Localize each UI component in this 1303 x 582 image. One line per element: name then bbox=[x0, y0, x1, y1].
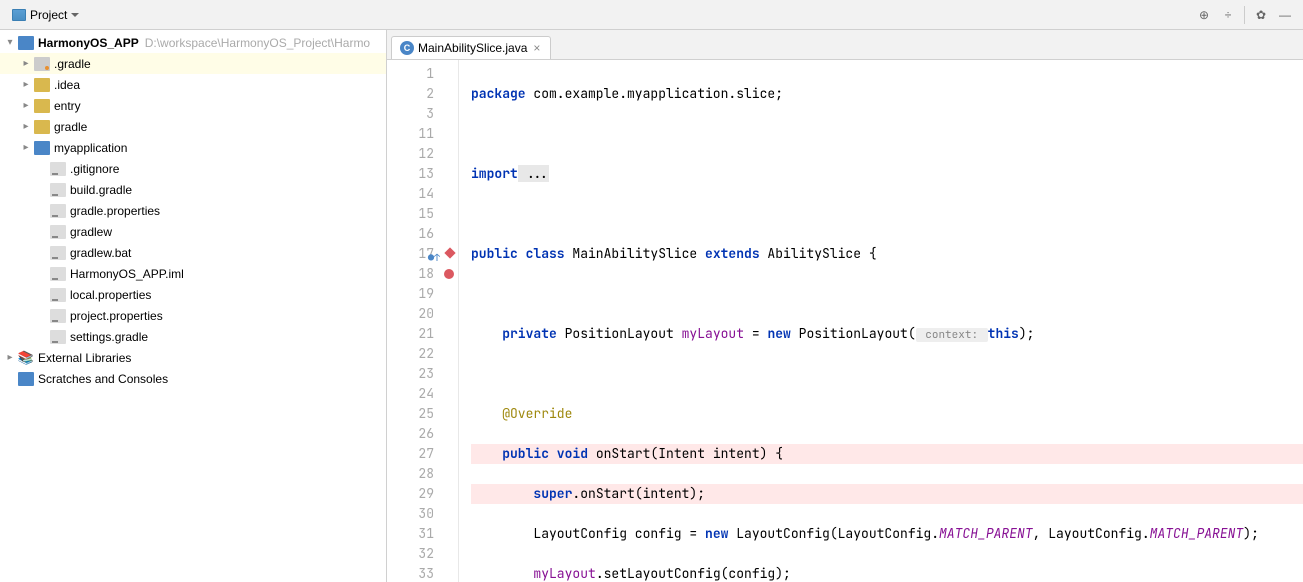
gutter-line[interactable]: 13 bbox=[387, 164, 458, 184]
gutter-line[interactable]: 28 bbox=[387, 464, 458, 484]
tree-node-idea[interactable]: .idea bbox=[0, 74, 386, 95]
gutter-line[interactable]: 17●↑ bbox=[387, 244, 458, 264]
gutter-line[interactable]: 1 bbox=[387, 64, 458, 84]
gutter-line[interactable]: 19 bbox=[387, 284, 458, 304]
collapse-arrow-icon[interactable] bbox=[20, 100, 32, 111]
file-icon bbox=[50, 309, 66, 323]
folder-icon bbox=[34, 78, 50, 92]
scratch-icon bbox=[18, 372, 34, 386]
breakpoint-icon[interactable] bbox=[444, 269, 454, 279]
tab-main-ability-slice[interactable]: C MainAbilitySlice.java × bbox=[391, 36, 551, 59]
gutter-line[interactable]: 27 bbox=[387, 444, 458, 464]
gutter-line[interactable]: 16 bbox=[387, 224, 458, 244]
line-gutter: 1 2 3 11 12 13 14 15 16 17●↑ 18 19 20 21… bbox=[387, 60, 459, 582]
collapse-icon[interactable]: — bbox=[1277, 7, 1293, 23]
gutter-line[interactable]: 14 bbox=[387, 184, 458, 204]
editor-panel: C MainAbilitySlice.java × 1 2 3 11 12 13… bbox=[387, 30, 1303, 582]
gutter-line[interactable]: 21 bbox=[387, 324, 458, 344]
folder-icon bbox=[34, 99, 50, 113]
gutter-line[interactable]: 20 bbox=[387, 304, 458, 324]
tree-node-build-gradle[interactable]: build.gradle bbox=[0, 179, 386, 200]
tree-external-libraries[interactable]: 📚External Libraries bbox=[0, 347, 386, 368]
project-icon bbox=[12, 9, 26, 21]
tree-node-gradle-props[interactable]: gradle.properties bbox=[0, 200, 386, 221]
gutter-line[interactable]: 18 bbox=[387, 264, 458, 284]
library-icon: 📚 bbox=[18, 351, 34, 365]
chevron-down-icon bbox=[71, 13, 79, 21]
folder-icon bbox=[34, 57, 50, 71]
tree-node-local-props[interactable]: local.properties bbox=[0, 284, 386, 305]
file-icon bbox=[50, 204, 66, 218]
tree-node-gradlew[interactable]: gradlew bbox=[0, 221, 386, 242]
tree-node-iml[interactable]: HarmonyOS_APP.iml bbox=[0, 263, 386, 284]
gear-icon[interactable]: ✿ bbox=[1253, 7, 1269, 23]
module-icon bbox=[18, 36, 34, 50]
tree-node-settings-gradle[interactable]: settings.gradle bbox=[0, 326, 386, 347]
gutter-line[interactable]: 22 bbox=[387, 344, 458, 364]
file-icon bbox=[50, 330, 66, 344]
file-icon bbox=[50, 246, 66, 260]
code-editor[interactable]: 1 2 3 11 12 13 14 15 16 17●↑ 18 19 20 21… bbox=[387, 60, 1303, 582]
gutter-line[interactable]: 29 bbox=[387, 484, 458, 504]
breakpoint-diamond-icon[interactable] bbox=[444, 247, 455, 258]
gutter-line[interactable]: 24 bbox=[387, 384, 458, 404]
gutter-line[interactable]: 12 bbox=[387, 144, 458, 164]
collapse-arrow-icon[interactable] bbox=[20, 121, 32, 132]
tree-node-gitignore[interactable]: .gitignore bbox=[0, 158, 386, 179]
close-icon[interactable]: × bbox=[531, 41, 542, 55]
tree-node-gradlew-bat[interactable]: gradlew.bat bbox=[0, 242, 386, 263]
gutter-line[interactable]: 32 bbox=[387, 544, 458, 564]
folder-icon bbox=[34, 141, 50, 155]
collapse-arrow-icon[interactable] bbox=[4, 352, 16, 363]
tree-node-gradle-dot[interactable]: .gradle bbox=[0, 53, 386, 74]
expand-icon[interactable]: ÷ bbox=[1220, 7, 1236, 23]
gutter-line[interactable]: 33 bbox=[387, 564, 458, 582]
main-toolbar: Project ⊕ ÷ ✿ — bbox=[0, 0, 1303, 30]
gutter-line[interactable]: 25 bbox=[387, 404, 458, 424]
expand-arrow-icon[interactable] bbox=[4, 37, 16, 48]
target-icon[interactable]: ⊕ bbox=[1196, 7, 1212, 23]
tree-scratches[interactable]: Scratches and Consoles bbox=[0, 368, 386, 389]
folder-icon bbox=[34, 120, 50, 134]
tree-node-gradle[interactable]: gradle bbox=[0, 116, 386, 137]
collapse-arrow-icon[interactable] bbox=[20, 58, 32, 69]
file-icon bbox=[50, 225, 66, 239]
root-label: HarmonyOS_APP bbox=[38, 36, 139, 50]
tree-node-project-props[interactable]: project.properties bbox=[0, 305, 386, 326]
separator bbox=[1244, 6, 1245, 24]
gutter-line[interactable]: 23 bbox=[387, 364, 458, 384]
gutter-line[interactable]: 11 bbox=[387, 124, 458, 144]
project-view-selector[interactable]: Project bbox=[6, 6, 85, 24]
gutter-line[interactable]: 2 bbox=[387, 84, 458, 104]
tree-node-myapplication[interactable]: myapplication bbox=[0, 137, 386, 158]
project-label: Project bbox=[30, 8, 67, 22]
file-icon bbox=[50, 267, 66, 281]
tree-root[interactable]: HarmonyOS_APP D:\workspace\HarmonyOS_Pro… bbox=[0, 32, 386, 53]
gutter-line[interactable]: 26 bbox=[387, 424, 458, 444]
gutter-line[interactable]: 3 bbox=[387, 104, 458, 124]
collapse-arrow-icon[interactable] bbox=[20, 79, 32, 90]
file-icon bbox=[50, 183, 66, 197]
project-tree-panel: HarmonyOS_APP D:\workspace\HarmonyOS_Pro… bbox=[0, 30, 387, 582]
tree-node-entry[interactable]: entry bbox=[0, 95, 386, 116]
gutter-line[interactable]: 30 bbox=[387, 504, 458, 524]
gutter-line[interactable]: 15 bbox=[387, 204, 458, 224]
file-icon bbox=[50, 162, 66, 176]
gutter-line[interactable]: 31 bbox=[387, 524, 458, 544]
file-icon bbox=[50, 288, 66, 302]
java-class-icon: C bbox=[400, 41, 414, 55]
tab-label: MainAbilitySlice.java bbox=[418, 41, 527, 55]
collapse-arrow-icon[interactable] bbox=[20, 142, 32, 153]
root-path: D:\workspace\HarmonyOS_Project\Harmo bbox=[145, 36, 370, 50]
editor-tabs: C MainAbilitySlice.java × bbox=[387, 30, 1303, 60]
code-content[interactable]: package com.example.myapplication.slice;… bbox=[459, 60, 1303, 582]
